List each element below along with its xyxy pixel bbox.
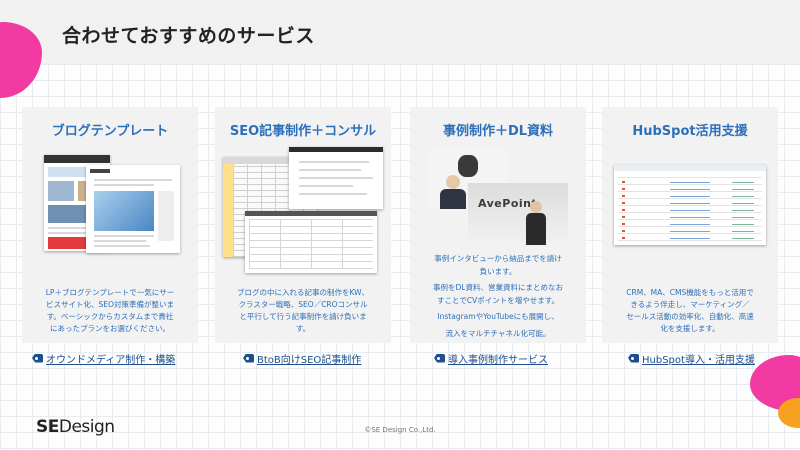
link-label: HubSpot導入・活用支援 <box>642 354 755 366</box>
desc-line: セールス活動の効率化、自動化、高速 <box>626 312 754 321</box>
desc-line: CRM、MA、CMS機能をもっと活用で <box>626 288 754 297</box>
case-study-photos: AvePoint <box>424 147 570 245</box>
card-seo-articles: SEO記事制作＋コンサル ブログの中に入れる記事の制作をKW、 クラスター戦略、… <box>215 107 391 343</box>
desc-line: にあったプランをお選びください。 <box>50 324 170 333</box>
hubspot-dashboard-screenshot <box>614 165 766 245</box>
seo-spreadsheet-screenshot <box>223 147 385 273</box>
desc-line: す。ベーシックからカスタムまで貴社 <box>46 312 174 321</box>
desc-line: 負います。 <box>479 266 517 276</box>
link-label: BtoB向けSEO記事制作 <box>257 354 362 366</box>
desc-line: すことでCVポイントを増やせます。 <box>437 295 559 305</box>
card-title: HubSpot活用支援 <box>632 124 748 139</box>
tag-icon <box>434 353 445 363</box>
tag-icon <box>243 353 254 363</box>
card-description: ブログの中に入れる記事の制作をKW、 クラスター戦略、SEO／CROコンサル と… <box>223 287 383 335</box>
desc-line: クラスター戦略、SEO／CROコンサル <box>238 300 368 309</box>
link-hubspot-support[interactable]: HubSpot導入・活用支援 <box>628 350 755 366</box>
tag-icon <box>628 353 639 363</box>
card-description: LP＋ブログテンプレートで一気にサー ビスサイト化、SEO対策準備が整いま す。… <box>30 287 190 335</box>
desc-line: 事例をDL資料、営業資料にまとめなお <box>433 283 563 293</box>
card-title: ブログテンプレート <box>51 124 169 139</box>
desc-line: LP＋ブログテンプレートで一気にサー <box>45 288 175 297</box>
card-description: 事例インタビューから納品までを請け 負います。 事例をDL資料、営業資料にまとめ… <box>418 253 578 341</box>
link-case-study-service[interactable]: 導入事例制作サービス <box>434 350 548 366</box>
copyright-text: ©SE Design Co.,Ltd. <box>364 426 436 434</box>
link-label: オウンドメディア制作・構築 <box>46 354 176 366</box>
page-title: 合わせておすすめのサービス <box>62 25 315 47</box>
card-title: 事例制作＋DL資料 <box>442 124 554 139</box>
desc-line: 事例インタビューから納品までを請け <box>434 254 562 263</box>
link-label: 導入事例制作サービス <box>448 354 548 366</box>
desc-line: きるよう伴走し、マーケティング／ <box>630 300 750 309</box>
card-hubspot: HubSpot活用支援 CRM、MA、CMS機能をもっと活用で きるよう伴走し、… <box>602 107 778 343</box>
desc-line: InstagramやYouTubeにも展開し、 <box>437 312 559 322</box>
tag-icon <box>32 353 43 363</box>
desc-line: す。 <box>295 324 311 333</box>
desc-line: ブログの中に入れる記事の制作をKW、 <box>236 288 370 297</box>
blog-template-screenshot <box>42 151 182 255</box>
card-blog-template: ブログテンプレート LP＋ブログテンプレートで一気にサー ビスサイト化、SEO対… <box>22 107 198 343</box>
desc-line: と平行して行う記事制作を請け負いま <box>239 312 367 321</box>
photo-sign-text: AvePoint <box>478 197 538 210</box>
link-btob-seo[interactable]: BtoB向けSEO記事制作 <box>243 350 361 366</box>
link-owned-media[interactable]: オウンドメディア制作・構築 <box>32 350 175 366</box>
desc-line: 化を支援します。 <box>660 324 720 333</box>
card-description: CRM、MA、CMS機能をもっと活用で きるよう伴走し、マーケティング／ セール… <box>610 287 770 335</box>
card-case-study: 事例制作＋DL資料 AvePoint 事例インタビューから納品までを請け 負いま… <box>410 107 586 343</box>
desc-line: ビスサイト化、SEO対策準備が整いま <box>46 300 174 309</box>
desc-line: 流入をマルチチャネル化可能。 <box>445 328 551 338</box>
card-title: SEO記事制作＋コンサル <box>229 124 377 139</box>
